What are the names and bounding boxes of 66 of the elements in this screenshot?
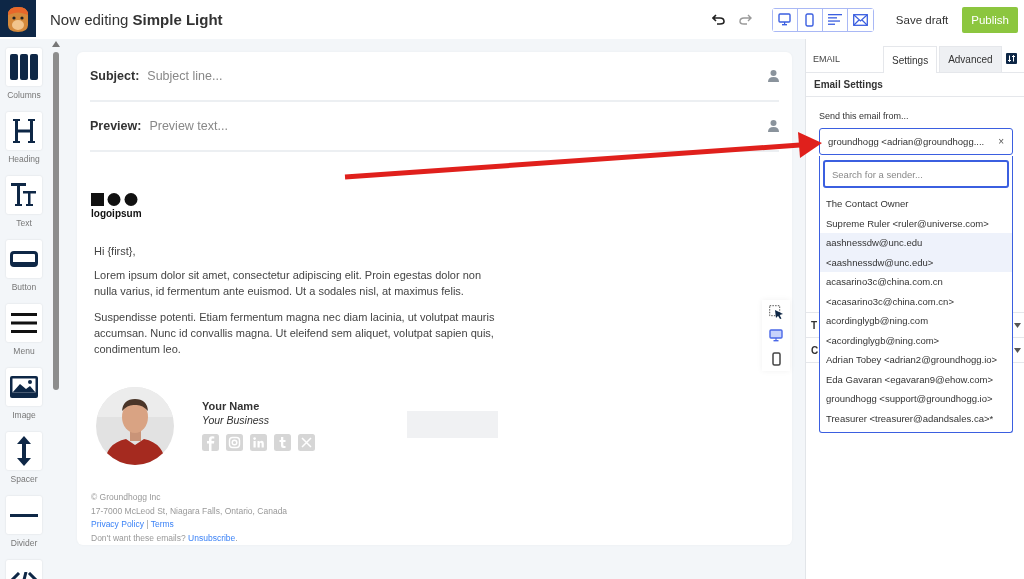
block-label: Button	[11, 282, 37, 294]
save-draft-button[interactable]: Save draft	[887, 7, 957, 32]
heading-icon	[13, 118, 35, 144]
signature-business: Your Business	[202, 414, 271, 426]
block-label: Text	[16, 218, 32, 230]
block-label: Spacer	[10, 474, 38, 486]
editor-title: Now editing Simple Light	[50, 11, 223, 28]
block-tile[interactable]	[6, 368, 42, 406]
select-cursor-icon[interactable]	[768, 305, 784, 319]
text-field[interactable]: Preview text...	[149, 119, 760, 133]
block-tile[interactable]	[6, 496, 42, 534]
block-label: Columns	[7, 90, 41, 102]
text-size-icon	[11, 183, 37, 207]
columns-icon	[10, 54, 38, 80]
field-label: Send this email from...	[819, 111, 910, 121]
block-label: Menu	[13, 346, 35, 358]
scrollbar-thumb[interactable]	[53, 52, 59, 390]
block-label: Divider	[10, 538, 38, 550]
mobile-icon[interactable]	[771, 352, 781, 366]
text-field[interactable]: Subject line...	[147, 69, 760, 83]
block-tile[interactable]	[6, 304, 42, 342]
body-paragraph: Suspendisse potenti. Etiam fermentum magna nec diam lacinia, ut volutpat mauris accumsan. Nunc id convallis magna. Ut eleifend sem aliquet, volutpat sapien quis, condimentum leo.	[94, 310, 496, 357]
desktop-icon[interactable]	[769, 329, 783, 342]
desktop-icon[interactable]	[772, 8, 798, 31]
section-header[interactable]: C	[811, 344, 819, 356]
divider-icon	[10, 513, 38, 517]
unsubscribe-text: Don't want these emails? Unsubscribe.	[91, 531, 239, 545]
greeting-text: Hi {first},	[94, 245, 137, 257]
field-label: Preview:	[90, 119, 142, 133]
body-paragraph: Lorem ipsum dolor sit amet, consectetur adipiscing elit. Proin egestas dolor non nulla varius, id fermentum ante euismod. Ut a sodales nisl, at maximus felis.	[94, 268, 483, 299]
field-label: Subject:	[90, 69, 140, 83]
caret-icon[interactable]	[1014, 322, 1021, 328]
company-text: © Groundhogg Inc	[91, 491, 162, 504]
caret-icon[interactable]	[1014, 347, 1021, 353]
block-tile[interactable]	[6, 112, 42, 150]
panel-tab[interactable]: Settings	[883, 46, 938, 73]
sort-icon[interactable]	[1006, 53, 1017, 64]
block-tile[interactable]	[6, 48, 42, 86]
footer-link[interactable]: Privacy Policy	[91, 519, 144, 529]
logo-text: logoipsum	[91, 208, 142, 219]
signature-name: Your Name	[202, 400, 261, 412]
block-tile[interactable]	[6, 176, 42, 214]
section-title: Email Settings	[806, 73, 1024, 97]
menu-icon	[11, 313, 37, 333]
undo-icon[interactable]	[711, 14, 725, 25]
block-label: Image	[12, 410, 36, 422]
block-tile[interactable]	[6, 240, 42, 278]
block-tile[interactable]	[6, 432, 42, 470]
search-field[interactable]: Search for a sender...	[823, 160, 1009, 188]
footer-link[interactable]: Terms	[150, 519, 174, 529]
link-separator: |	[146, 519, 149, 529]
section-header[interactable]: T	[811, 319, 818, 331]
button-icon	[10, 251, 38, 267]
block-label: Heading	[8, 154, 40, 166]
image-icon	[10, 376, 38, 398]
vertical-arrow-icon	[17, 436, 31, 466]
logo-shapes-icon	[91, 193, 138, 206]
redo-icon[interactable]	[738, 14, 752, 25]
panel-label: EMAIL	[813, 54, 840, 64]
person-icon[interactable]	[768, 70, 779, 82]
scroll-up-icon[interactable]	[52, 41, 60, 47]
sender-select[interactable]: groundhogg <adrian@groundhogg.... ×	[819, 128, 1013, 155]
panel-tab[interactable]: Advanced	[939, 46, 1002, 72]
address-text: 17-7000 McLeod St, Niagara Falls, Ontario, Canada	[91, 504, 289, 518]
person-icon[interactable]	[768, 120, 779, 132]
mascot-logo[interactable]	[0, 0, 36, 37]
